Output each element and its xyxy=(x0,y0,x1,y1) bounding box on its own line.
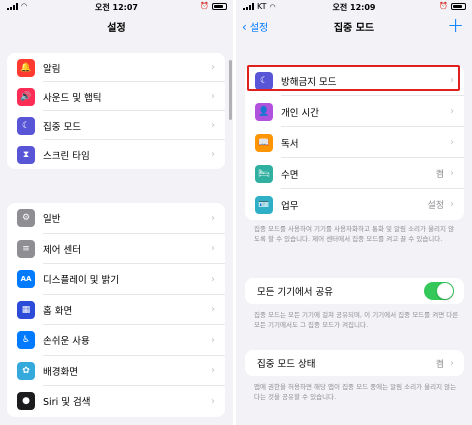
gear-icon: ⚙ xyxy=(17,209,35,228)
bell-icon: 🔔 xyxy=(17,58,35,77)
list-item[interactable]: 🪪 업무 설정 › xyxy=(245,189,464,220)
list-item[interactable]: ⚙ 일반 › xyxy=(7,203,225,234)
list-item[interactable]: 🔊 사운드 및 햅틱 › xyxy=(7,82,225,111)
list-item-label: 스크린 타임 xyxy=(43,150,90,162)
chevron-right-icon: › xyxy=(450,137,454,148)
list-item[interactable]: ≡ 제어 센터 › xyxy=(7,234,225,264)
share-group: 모든 기기에서 공유 xyxy=(245,278,464,304)
battery-icon xyxy=(212,2,227,10)
chevron-right-icon: › xyxy=(450,357,454,369)
focus-description: 집중 모드를 사용하여 기기를 사용자화하고 통화 및 알림 소리가 울리지 않… xyxy=(254,225,455,243)
home-grid-icon: ▦ xyxy=(17,300,35,319)
list-item-label: 디스플레이 및 밝기 xyxy=(43,275,119,287)
chevron-right-icon: › xyxy=(211,273,215,285)
scroll-indicator[interactable] xyxy=(229,60,232,120)
list-item[interactable]: 👤 개인 시간 › xyxy=(245,96,464,127)
list-item[interactable]: 🔔 알림 › xyxy=(7,53,225,82)
chevron-right-icon: › xyxy=(211,395,215,407)
alarm-icon: ⏰ xyxy=(200,2,209,10)
status-right: ⏰ xyxy=(439,2,466,10)
page-title: 집중 모드 xyxy=(333,23,375,34)
focus-screen: KT ◠ 오전 12:09 ⏰ ‹ 설정 집중 모드 + ☾ 방해금지 모드 › 👤 개… xyxy=(236,0,472,425)
list-item-label: 독서 xyxy=(281,138,299,150)
list-item[interactable]: ● Siri 및 검색 › xyxy=(7,386,225,417)
chevron-right-icon: › xyxy=(211,243,215,255)
list-item-label: 일반 xyxy=(43,214,61,226)
list-item-label: 알림 xyxy=(43,63,61,75)
list-item-label: 배경화면 xyxy=(43,366,78,378)
list-item[interactable]: ⧗ 스크린 타임 › xyxy=(7,140,225,169)
chevron-right-icon: › xyxy=(211,62,215,73)
list-item-label: Siri 및 검색 xyxy=(43,397,91,409)
list-item-label: 사운드 및 햅틱 xyxy=(43,92,102,104)
share-label: 모든 기기에서 공유 xyxy=(257,287,333,298)
list-item[interactable]: ✿ 배경화면 › xyxy=(7,356,225,386)
flower-icon: ✿ xyxy=(17,361,35,380)
share-toggle[interactable] xyxy=(424,282,454,300)
chevron-right-icon: › xyxy=(211,91,215,102)
nav-bar: 설정 xyxy=(0,14,233,40)
chevron-right-icon: › xyxy=(211,365,215,377)
accessibility-icon: ♿ xyxy=(17,331,35,350)
chevron-right-icon: › xyxy=(211,212,215,224)
alarm-icon: ⏰ xyxy=(439,2,448,10)
settings-group-general: ⚙ 일반 › ≡ 제어 센터 › AA 디스플레이 및 밝기 › ▦ 홈 화면 › ♿ 손쉬운 사용 › ✿ 배… xyxy=(7,203,225,417)
list-item-label: 제어 센터 xyxy=(43,244,81,256)
book-icon: 📖 xyxy=(255,133,273,152)
battery-icon xyxy=(451,2,466,10)
settings-screen: ◠ 오전 12:07 ⏰ 설정 🔔 알림 › 🔊 사운드 및 햅틱 › ☾ 집중 모드 › ⧗ 스크… xyxy=(0,0,233,425)
hourglass-icon: ⧗ xyxy=(17,145,35,164)
list-item-label: 개인 시간 xyxy=(281,107,319,119)
siri-icon: ● xyxy=(17,392,35,411)
text-size-icon: AA xyxy=(17,270,35,289)
list-item-label: 수면 xyxy=(281,169,299,181)
status-time: 오전 12:09 xyxy=(332,3,376,12)
list-item-value: 켬 xyxy=(435,170,444,180)
add-focus-button[interactable]: + xyxy=(447,14,464,36)
highlight-box xyxy=(247,65,460,91)
status-right: ⏰ xyxy=(200,2,227,10)
list-item-label: 업무 xyxy=(281,200,299,212)
share-description: 집중 모드는 모든 기기에 걸쳐 공유되며, 이 기기에서 집중 모드를 켜면 … xyxy=(254,311,459,329)
list-item[interactable]: ☾ 집중 모드 › xyxy=(7,111,225,140)
moon-icon: ☾ xyxy=(17,116,35,135)
status-bar: ◠ 오전 12:07 ⏰ xyxy=(0,0,233,14)
list-item-label: 집중 모드 xyxy=(43,121,81,133)
list-item[interactable]: AA 디스플레이 및 밝기 › xyxy=(7,264,225,295)
list-item-label: 홈 화면 xyxy=(43,305,73,317)
person-icon: 👤 xyxy=(255,102,273,121)
list-item[interactable]: 🛏 수면 켬 › xyxy=(245,158,464,189)
chevron-right-icon: › xyxy=(450,199,454,210)
status-bar: KT ◠ 오전 12:09 ⏰ xyxy=(236,0,472,14)
chevron-right-icon: › xyxy=(211,304,215,316)
chevron-right-icon: › xyxy=(211,149,215,160)
nav-bar: ‹ 설정 집중 모드 + xyxy=(236,14,472,40)
badge-icon: 🪪 xyxy=(255,195,273,214)
list-item-label: 손쉬운 사용 xyxy=(43,336,90,348)
chevron-right-icon: › xyxy=(211,334,215,346)
chevron-right-icon: › xyxy=(211,120,215,131)
switches-icon: ≡ xyxy=(17,239,35,258)
chevron-right-icon: › xyxy=(450,168,454,179)
page-title: 설정 xyxy=(107,23,126,34)
settings-group-notifications: 🔔 알림 › 🔊 사운드 및 햅틱 › ☾ 집중 모드 › ⧗ 스크린 타임 › xyxy=(7,53,225,169)
focus-status-description: 앱에 권한을 허용하면 해당 앱이 집중 모드 중에는 알림 소리가 울리지 않… xyxy=(254,383,457,401)
status-time: 오전 12:07 xyxy=(95,3,138,12)
share-across-devices-row: 모든 기기에서 공유 xyxy=(245,278,464,304)
focus-status-group: 집중 모드 상태 켬 › xyxy=(245,350,464,376)
focus-status-label: 집중 모드 상태 xyxy=(257,359,316,370)
list-item-value: 설정 xyxy=(427,201,444,211)
focus-status-row[interactable]: 집중 모드 상태 켬 › xyxy=(245,350,464,376)
speaker-icon: 🔊 xyxy=(17,87,35,106)
focus-status-value: 켬 xyxy=(435,359,444,370)
list-item[interactable]: 📖 독서 › xyxy=(245,127,464,158)
chevron-right-icon: › xyxy=(450,106,454,117)
bed-icon: 🛏 xyxy=(255,164,273,183)
list-item[interactable]: ♿ 손쉬운 사용 › xyxy=(7,325,225,356)
list-item[interactable]: ▦ 홈 화면 › xyxy=(7,295,225,325)
